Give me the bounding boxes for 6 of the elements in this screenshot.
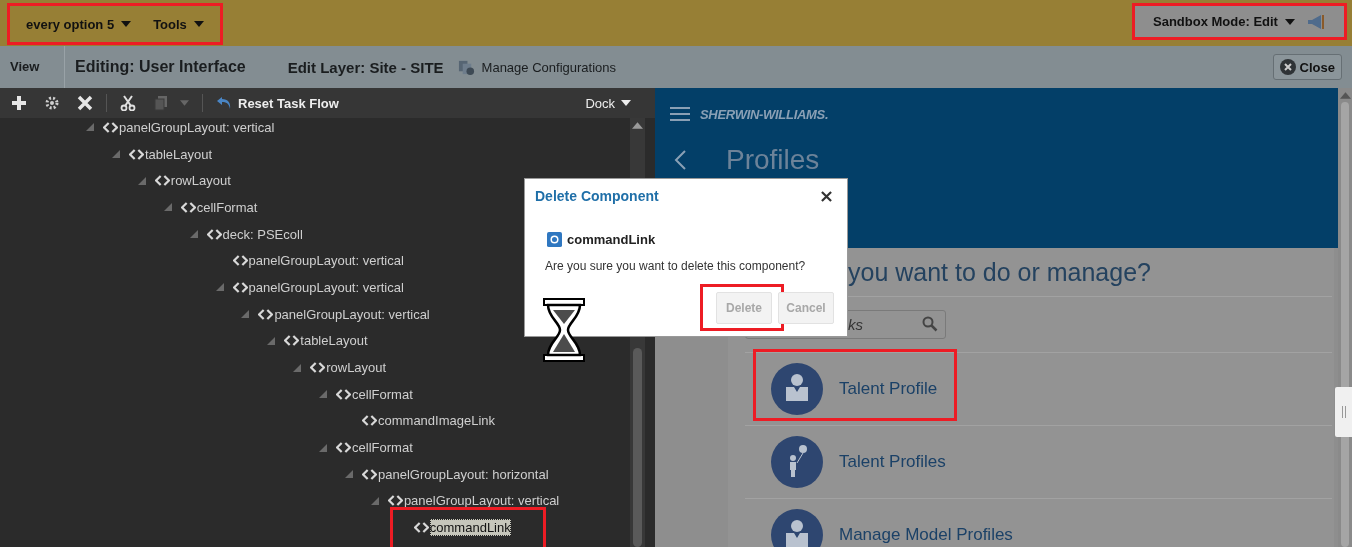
editing-title: Editing: User Interface: [75, 58, 246, 76]
component-name: commandLink: [567, 232, 656, 247]
dialog-title: Delete Component: [535, 188, 659, 204]
page-title: Profiles: [726, 144, 820, 176]
logo: SHERWIN-WILLIAMS.: [700, 106, 829, 122]
edit-layer-label: Edit Layer: Site - SITE: [287, 58, 444, 76]
